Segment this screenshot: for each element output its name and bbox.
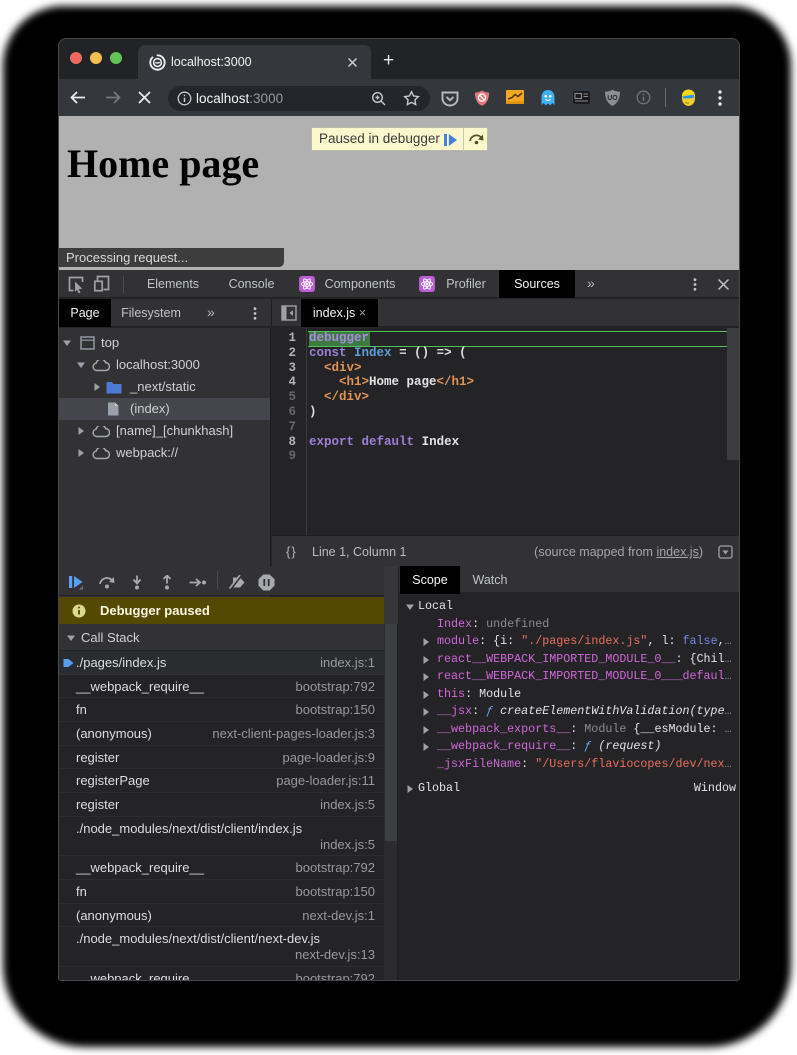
svg-text:UO: UO: [607, 95, 618, 102]
